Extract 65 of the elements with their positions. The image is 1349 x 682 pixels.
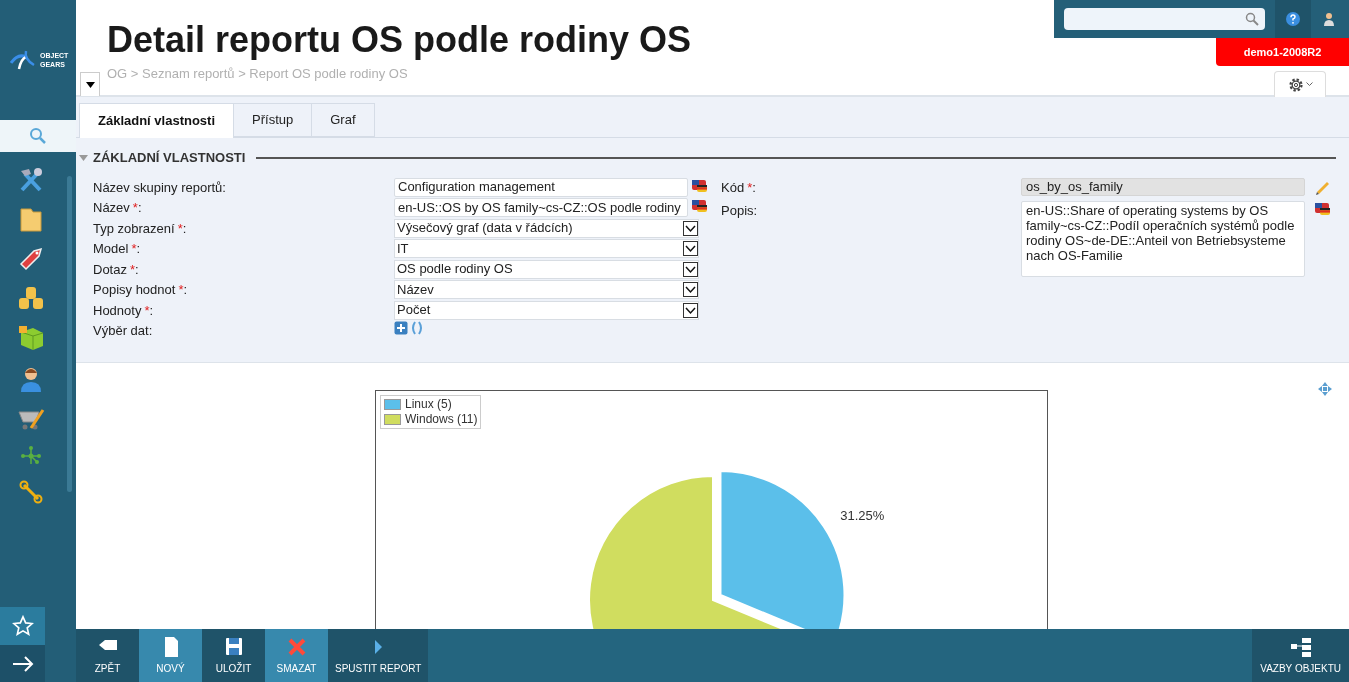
- dropdown[interactable]: IT: [394, 239, 699, 258]
- flag-icon[interactable]: [691, 177, 707, 194]
- gear-icon: [1287, 76, 1304, 93]
- dropdown[interactable]: Výsečový graf (data v řádcích): [394, 218, 699, 238]
- star-icon: [11, 615, 34, 637]
- user-icon: [1323, 12, 1335, 26]
- flag-icon[interactable]: [1314, 201, 1330, 217]
- settings-button[interactable]: [1274, 71, 1326, 97]
- field-label: Model *:: [93, 240, 142, 258]
- field-label: Typ zobrazení *:: [93, 219, 188, 238]
- toolbar-button[interactable]: ULOŽIT: [202, 629, 265, 682]
- arrow-icon: [11, 655, 34, 672]
- network-icon[interactable]: [20, 445, 42, 467]
- user-icon[interactable]: [19, 365, 43, 393]
- search-field[interactable]: [1064, 8, 1265, 30]
- cube-icon[interactable]: [17, 324, 45, 352]
- legend-label: Windows (11): [405, 412, 478, 427]
- folder-icon[interactable]: [19, 207, 43, 233]
- help-button[interactable]: [1275, 0, 1311, 38]
- dropdown[interactable]: Počet: [394, 300, 699, 320]
- toolbar-button[interactable]: SPUSTIT REPORT: [328, 629, 429, 682]
- menu-toggle-button[interactable]: [80, 72, 100, 96]
- search-icon: [29, 127, 47, 145]
- tab[interactable]: Přístup: [234, 103, 313, 137]
- field-label: Popis:: [721, 202, 759, 220]
- coins-icon[interactable]: [17, 285, 45, 311]
- flag-icon[interactable]: [691, 198, 707, 214]
- search-icon: [1245, 12, 1259, 26]
- text-area[interactable]: en-US::Share of operating systems by OS family~cs-CZ::Podíl operačních systémů podle rodiny OS~de-DE::Anteil von Betriebsysteme nach OS-Familie: [1021, 201, 1305, 277]
- toolbar-button[interactable]: ZPĚT: [76, 629, 139, 682]
- caret-icon: [85, 81, 95, 88]
- relations-icon: [1289, 635, 1312, 658]
- breadcrumb: OG > Seznam reportů > Report OS podle rodiny OS: [107, 65, 408, 83]
- field-label: Název skupiny reportů:: [93, 178, 227, 197]
- wrench-icon[interactable]: [19, 480, 43, 504]
- tag-icon[interactable]: [18, 246, 44, 272]
- text-field[interactable]: en-US::OS by OS family~cs-CZ::OS podle rodiny: [394, 198, 688, 217]
- caret-icon: [1305, 82, 1313, 87]
- add-icon[interactable]: [394, 321, 408, 335]
- section-title: ZÁKLADNÍ VLASTNOSTI: [93, 149, 246, 167]
- data-label: 31.25%: [840, 508, 885, 523]
- toolbar-button[interactable]: VAZBY OBJEKTU: [1252, 629, 1349, 682]
- field-label: Název *:: [93, 199, 143, 217]
- page-title: Detail reportu OS podle rodiny OS: [107, 18, 692, 62]
- legend-label: Linux (5): [405, 397, 452, 412]
- field-label: Výběr dat:: [93, 322, 154, 340]
- server-badge: demo1-2008R2: [1216, 38, 1349, 66]
- expand-button[interactable]: [0, 645, 45, 682]
- collapse-icon[interactable]: [79, 154, 88, 161]
- dropdown[interactable]: Název: [394, 280, 699, 299]
- brackets-icon[interactable]: [410, 321, 424, 335]
- field-label: Popisy hodnot *:: [93, 281, 189, 299]
- tab[interactable]: Základní vlastnosti: [79, 103, 235, 138]
- toolbar-button[interactable]: NOVÝ: [139, 629, 202, 682]
- text-field[interactable]: Configuration management: [394, 177, 688, 197]
- tab[interactable]: Graf: [312, 103, 375, 137]
- toolbar-button[interactable]: SMAZAT: [265, 629, 328, 682]
- move-icon[interactable]: [1318, 382, 1332, 396]
- logo-icon: [10, 49, 36, 71]
- field-label: Kód *:: [721, 178, 757, 197]
- field-label: Hodnoty *:: [93, 301, 155, 320]
- favorites-button[interactable]: [0, 607, 45, 645]
- help-icon: [1286, 12, 1300, 26]
- field-label: Dotaz *:: [93, 260, 140, 279]
- dropdown[interactable]: OS podle rodiny OS: [394, 259, 699, 279]
